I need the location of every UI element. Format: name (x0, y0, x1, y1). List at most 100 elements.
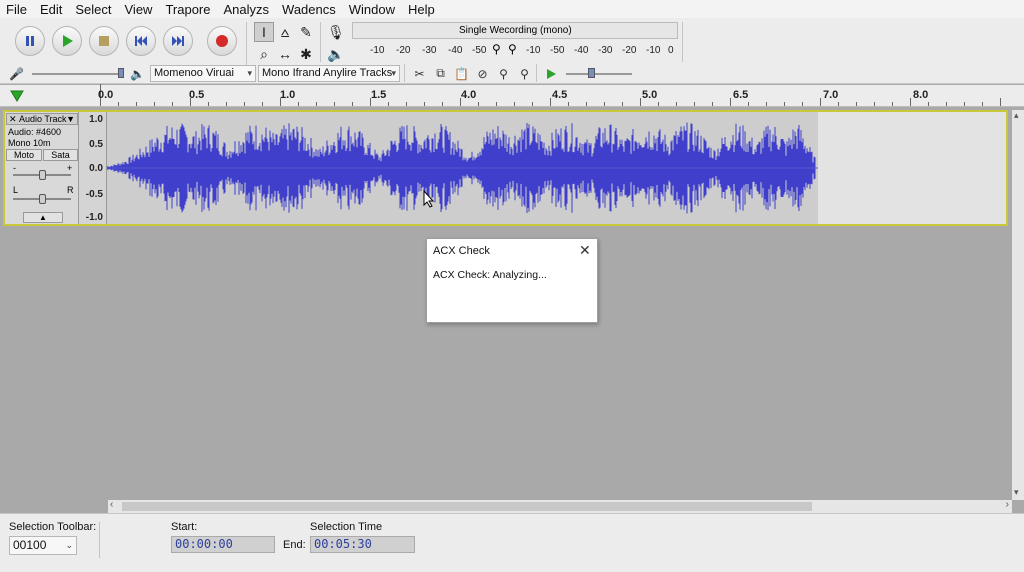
ruler-tick (496, 102, 497, 106)
menu-analyze[interactable]: Analyzs (224, 2, 270, 17)
paste-button[interactable]: 📋 (453, 65, 470, 82)
gain-plus-label: + (67, 163, 73, 173)
track-name-dropdown[interactable]: ✕ Audio Track ▼ (6, 113, 78, 125)
track-info: Audio: #4600 (8, 127, 62, 137)
playback-meter[interactable]: -10 -20 -30 -40 -50 ⚲ ⚲ -10 -50 -40 -30 … (352, 42, 678, 59)
menu-windows[interactable]: Wadencs (282, 2, 336, 17)
menu-view[interactable]: View (125, 2, 153, 17)
close-icon[interactable]: ✕ (9, 114, 17, 124)
meter-tick: -10 (370, 45, 385, 56)
audio-host-value: Momenoo Viruai (154, 67, 234, 79)
ruler-tick (478, 102, 479, 106)
ruler-tick (334, 102, 335, 106)
record-button[interactable] (207, 26, 237, 56)
play-at-speed-button[interactable] (542, 65, 559, 82)
slider-thumb[interactable] (39, 170, 46, 180)
skip-end-button[interactable] (163, 26, 193, 56)
skip-end-icon (172, 36, 184, 46)
ruler-tick (730, 98, 731, 106)
project-rate-select[interactable]: 00100 ⌄ (9, 536, 77, 555)
mute-button[interactable]: Moto (6, 149, 42, 161)
ruler-tick (1000, 98, 1001, 106)
selection-time-label: Selection Time (310, 521, 383, 533)
ruler-tick (910, 98, 911, 106)
scroll-up-icon[interactable]: ▴ (1014, 110, 1019, 121)
menu-edit[interactable]: Edit (40, 2, 62, 17)
meter-tick: 0 (668, 45, 674, 56)
record-meter-button[interactable]: 🎙 (326, 22, 346, 42)
trim-button[interactable]: ⊘ (474, 65, 491, 82)
ruler-tick (424, 102, 425, 106)
waveform (106, 122, 818, 214)
ruler-tick (244, 102, 245, 106)
horizontal-scrollbar[interactable]: ‹ › (108, 499, 1012, 513)
meter-tick: -20 (396, 45, 411, 56)
scroll-right-icon[interactable]: › (1006, 499, 1009, 510)
zoom-in-icon: ⚲ (499, 66, 508, 81)
speaker-icon: 🔈 (327, 45, 345, 62)
double-arrow-icon: ↔ (278, 46, 292, 62)
zoom-in-button[interactable]: ⚲ (495, 65, 512, 82)
multi-tool[interactable]: ✱ (296, 44, 316, 64)
menu-transport[interactable]: Trapore (165, 2, 210, 17)
meter-tick: -40 (574, 45, 589, 56)
copy-button[interactable]: ⧉ (432, 65, 449, 82)
menu-help[interactable]: Help (408, 2, 435, 17)
zoom-out-button[interactable]: ⚲ (516, 65, 533, 82)
waveform-area[interactable] (106, 112, 818, 224)
timeline-options-button[interactable] (10, 89, 24, 107)
draw-tool[interactable]: ✎ (296, 22, 316, 42)
paste-icon: 📋 (454, 66, 469, 81)
vertical-scrollbar[interactable]: ▴ ▾ (1012, 110, 1024, 500)
ruler-tick (586, 102, 587, 106)
skip-start-icon (135, 36, 147, 46)
record-meter[interactable]: Single Wecording (mono) (352, 22, 678, 39)
close-icon[interactable]: ✕ (579, 242, 591, 259)
selection-tool[interactable]: I (254, 22, 274, 42)
magnifier-icon: ⌕ (260, 45, 268, 62)
play-button[interactable] (52, 26, 82, 56)
play-icon (546, 68, 556, 79)
scissors-icon: ✂ (414, 66, 425, 81)
audio-host-select[interactable]: Momenoo Viruai ▾ (150, 65, 256, 82)
envelope-tool[interactable]: ⩟ (275, 22, 295, 42)
end-time-field[interactable]: 00:05:30 (310, 536, 415, 553)
scale-label: 0.5 (89, 139, 103, 150)
ruler-tick (154, 102, 155, 106)
ruler-tick (820, 98, 821, 106)
start-time-field[interactable]: 00:00:00 (171, 536, 275, 553)
scrollbar-thumb[interactable] (122, 502, 812, 511)
ruler-label: 4.5 (552, 89, 568, 101)
solo-button[interactable]: Sata (43, 149, 78, 161)
channels-select[interactable]: Mono Ifrand Anylire Tracks ▾ (258, 65, 400, 82)
timeshift-tool[interactable]: ↔ (275, 44, 295, 64)
pause-button[interactable] (15, 26, 45, 56)
scroll-down-icon[interactable]: ▾ (1014, 487, 1019, 498)
track-info: Mono 10m (8, 138, 51, 148)
recording-volume-slider[interactable] (32, 73, 124, 75)
zoom-out-icon: ⚲ (508, 42, 517, 56)
scroll-left-icon[interactable]: ‹ (110, 499, 113, 510)
menu-select[interactable]: Select (75, 2, 111, 17)
zoom-out-icon: ⚲ (520, 66, 529, 81)
ruler-tick (892, 102, 893, 106)
playback-speed-slider[interactable] (566, 73, 632, 75)
stop-button[interactable] (89, 26, 119, 56)
slider-thumb[interactable] (118, 68, 124, 78)
ruler-tick (262, 102, 263, 106)
empty-track-area[interactable] (818, 112, 1006, 224)
start-label: Start: (171, 521, 198, 533)
playback-meter-button[interactable]: 🔈 (326, 44, 346, 64)
menu-window[interactable]: Window (349, 2, 395, 17)
zoom-tool[interactable]: ⌕ (254, 44, 274, 64)
audio-track[interactable]: ✕ Audio Track ▼ Audio: #4600 Mono 10m Mo… (3, 110, 1008, 226)
slider-thumb[interactable] (588, 68, 595, 78)
ruler-tick (964, 102, 965, 106)
end-label: End: (283, 539, 306, 551)
menu-file[interactable]: File (6, 2, 27, 17)
timeline-ruler[interactable]: 0.0 0.5 1.0 1.5 4.0 4.5 5.0 6.5 7.0 8.0 (0, 84, 1024, 107)
collapse-button[interactable]: ▲ (23, 212, 63, 223)
slider-thumb[interactable] (39, 194, 46, 204)
skip-start-button[interactable] (126, 26, 156, 56)
cut-button[interactable]: ✂ (411, 65, 428, 82)
